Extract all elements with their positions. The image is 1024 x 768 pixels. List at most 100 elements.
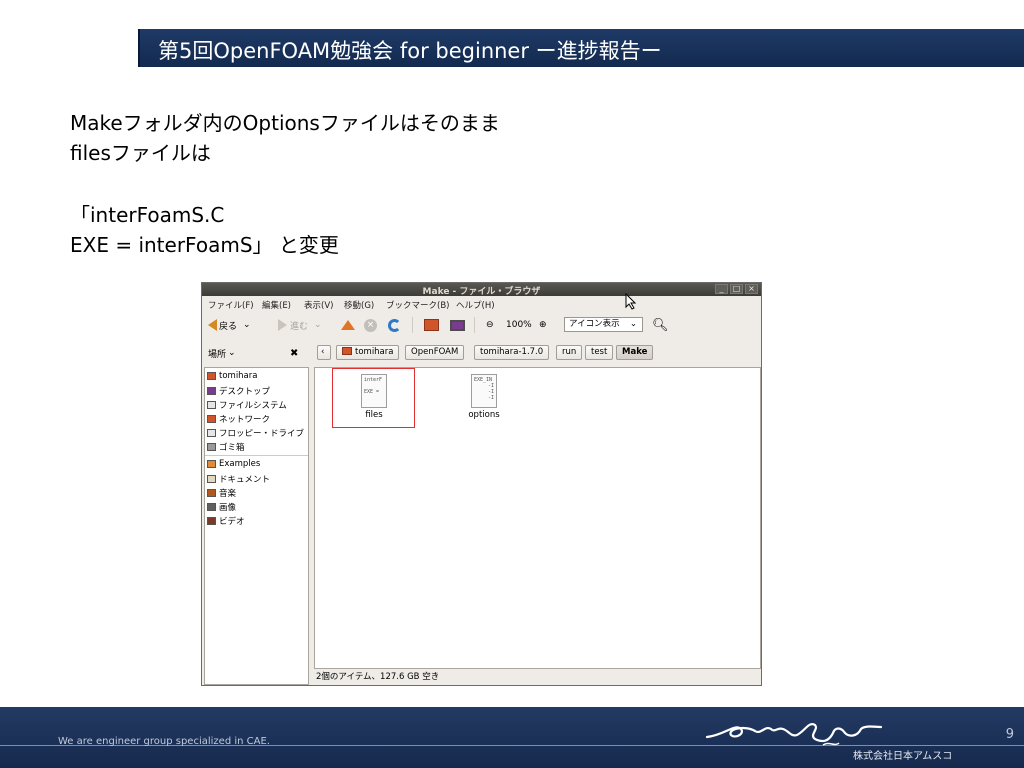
drive-icon [207,401,216,409]
places-selector[interactable]: 場所 ⌄ [208,345,236,361]
zoom-level: 100% [506,320,532,330]
chevron-down-icon: ⌄ [228,348,236,358]
minimize-button[interactable]: _ [715,284,728,294]
breadcrumb-tomihara[interactable]: tomihara [336,345,400,360]
trash-icon [207,443,216,451]
body-line-1: Makeフォルダ内のOptionsファイルはそのまま [70,111,500,135]
file-browser-window: Make - ファイル・ブラウザ _ □ × ファイル(F) 編集(E) 表示(… [201,282,762,686]
page-number: 9 [1005,727,1014,742]
sidebar-item-filesystem[interactable]: ファイルシステム [207,399,287,411]
breadcrumb-run[interactable]: run [556,345,583,360]
menu-go[interactable]: 移動(G) [344,299,374,311]
search-button[interactable]: 🔍︎ [652,317,669,333]
menu-help[interactable]: ヘルプ(H) [456,299,495,311]
status-bar: 2個のアイテム、127.6 GB 空き [316,672,440,682]
body-line-2: filesファイルは [70,141,211,165]
menu-view[interactable]: 表示(V) [304,299,333,311]
documents-icon [207,475,216,483]
chevron-down-icon: ⌄ [629,319,637,329]
close-sidebar-button[interactable]: ✖ [290,345,298,361]
sidebar-item-label: 音楽 [219,489,237,499]
places-label: 場所 [208,349,227,360]
stop-icon: × [364,318,377,332]
menu-edit[interactable]: 編集(E) [262,299,291,311]
menu-file[interactable]: ファイル(F) [208,299,254,311]
sidebar-item-video[interactable]: ビデオ [207,515,245,527]
sidebar-item-label: ファイルシステム [219,401,287,411]
file-name-options[interactable]: options [444,410,524,420]
menubar: ファイル(F) 編集(E) 表示(V) 移動(G) ブックマーク(B) ヘルプ(… [202,296,761,312]
breadcrumb-make[interactable]: Make [616,345,654,360]
mouse-cursor-icon [625,293,637,310]
home-icon [342,347,352,355]
close-button[interactable]: × [745,284,758,294]
sidebar: tomihara デスクトップ ファイルシステム ネットワーク フロッピー・ドラ… [204,367,309,685]
reload-icon [388,318,401,332]
slide-footer: We are engineer group specialized in CAE… [0,707,1024,768]
file-icon[interactable]: EXE_IN -I -I -I [471,374,497,408]
zoom-out-button[interactable]: ⊖ [486,317,494,333]
breadcrumb-test[interactable]: test [585,345,614,360]
zoom-in-icon: ⊕ [539,320,547,330]
sidebar-item-desktop[interactable]: デスクトップ [207,385,270,397]
file-view: interF EXE = files EXE_IN -I -I -I optio… [314,367,761,669]
sidebar-item-examples[interactable]: Examples [207,459,260,469]
breadcrumb-label: tomihara [355,347,394,357]
file-preview-line: EXE = [364,389,380,395]
sidebar-item-tomihara[interactable]: tomihara [207,371,257,381]
zoom-out-icon: ⊖ [486,320,494,330]
forward-button[interactable]: 進む ⌄ [276,317,322,333]
back-label: 戻る [219,321,238,332]
location-bar: 場所 ⌄ ✖ ‹ tomihara OpenFOAM tomihara-1.7.… [202,341,761,363]
home-folder-icon [207,372,216,380]
search-icon: 🔍︎ [652,317,669,333]
maximize-button[interactable]: □ [730,284,743,294]
sidebar-item-label: フロッピー・ドライブ [219,429,305,439]
breadcrumb-tomihara-170[interactable]: tomihara-1.7.0 [474,345,550,360]
up-button[interactable] [341,317,355,333]
chevron-left-icon: ‹ [321,347,325,357]
view-mode-select[interactable]: アイコン表示 ⌄ [564,317,643,332]
sidebar-item-label: ネットワーク [219,415,271,425]
body-line-3: 「interFoamS.C [70,203,225,227]
sidebar-item-network[interactable]: ネットワーク [207,413,270,425]
back-button[interactable]: 戻る ⌄ [208,317,251,333]
window-titlebar[interactable]: Make - ファイル・ブラウザ _ □ × [202,283,761,297]
view-mode-value: アイコン表示 [569,319,620,329]
computer-button[interactable] [450,317,465,333]
sidebar-item-floppy[interactable]: フロッピー・ドライブ [207,427,304,439]
desktop-icon [207,387,216,395]
file-icon[interactable]: interF EXE = [361,374,387,408]
sidebar-item-label: ビデオ [219,517,245,527]
file-name-files[interactable]: files [334,410,414,420]
slide-title-bar: 第5回OpenFOAM勉強会 for beginner ー進捗報告ー [138,29,1024,67]
sidebar-item-label: ドキュメント [219,475,271,485]
body-line-4: EXE = interFoamS」 と変更 [70,233,339,257]
sidebar-item-label: Examples [219,459,261,469]
breadcrumb-back-button[interactable]: ‹ [317,345,331,360]
home-icon [424,319,439,331]
sidebar-item-music[interactable]: 音楽 [207,487,236,499]
up-arrow-icon [341,320,355,330]
home-button[interactable] [424,317,439,333]
slide-title: 第5回OpenFOAM勉強会 for beginner ー進捗報告ー [158,39,662,63]
sidebar-item-trash[interactable]: ゴミ箱 [207,441,245,453]
reload-button[interactable] [388,317,401,333]
footer-tagline: We are engineer group specialized in CAE… [58,736,270,747]
menu-bookmarks[interactable]: ブックマーク(B) [386,299,449,311]
forward-arrow-icon [278,319,287,331]
breadcrumb-openfoam[interactable]: OpenFOAM [405,345,465,360]
sidebar-item-documents[interactable]: ドキュメント [207,473,270,485]
video-icon [207,517,216,525]
chevron-down-icon[interactable]: ⌄ [243,320,251,330]
network-icon [207,415,216,423]
chevron-down-icon[interactable]: ⌄ [314,320,322,330]
zoom-in-button[interactable]: ⊕ [539,317,547,333]
file-preview-line: -I [487,395,494,401]
forward-label: 進む [290,321,309,332]
stop-button[interactable]: × [364,317,377,333]
company-name: 株式会社日本アムスコ [853,751,953,762]
folder-icon [207,460,216,468]
sidebar-item-pictures[interactable]: 画像 [207,501,236,513]
sidebar-item-label: デスクトップ [219,387,271,397]
